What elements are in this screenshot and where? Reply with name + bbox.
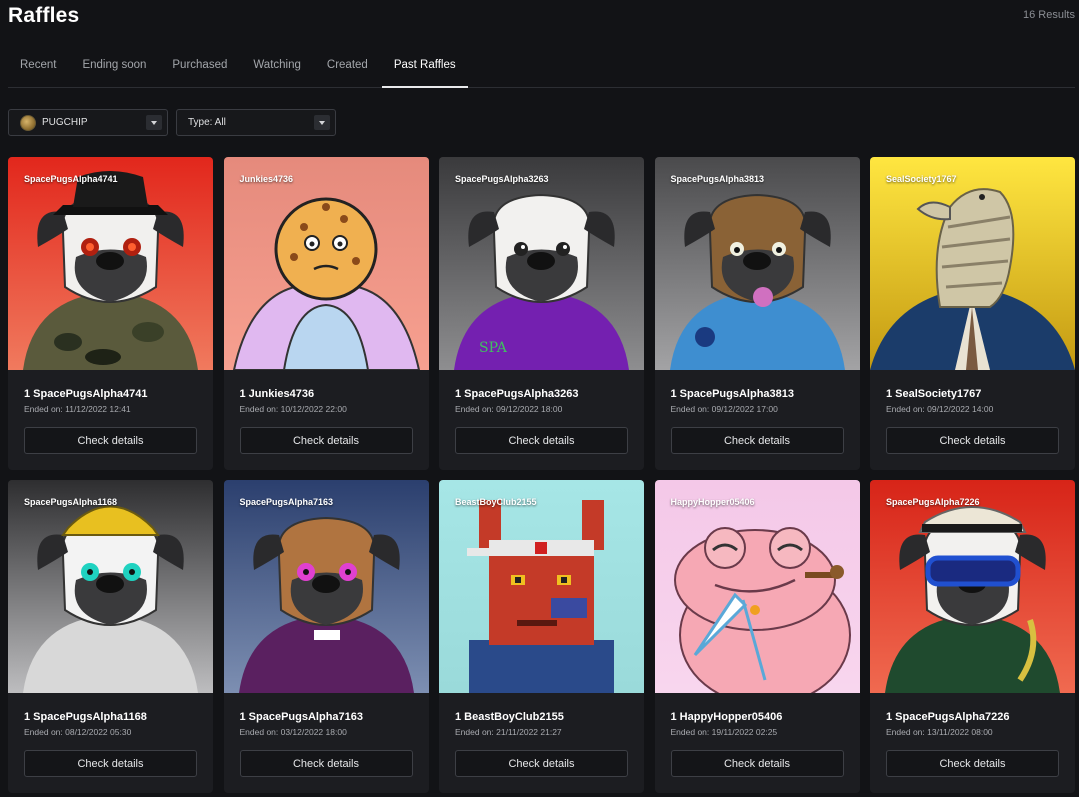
raffle-card-title: 1 SealSociety1767: [886, 388, 982, 400]
pugchip-coin-icon: [20, 114, 36, 131]
token-select-value: PUGCHIP: [42, 117, 88, 128]
raffle-ended-date: Ended on: 11/12/2022 12:41: [24, 404, 131, 414]
check-details-button[interactable]: Check details: [670, 427, 844, 454]
tab-recent[interactable]: Recent: [8, 42, 68, 87]
raffle-ended-date: Ended on: 21/11/2022 21:27: [455, 727, 562, 737]
raffle-ended-date: Ended on: 10/12/2022 22:00: [239, 404, 347, 414]
token-select[interactable]: PUGCHIP: [8, 109, 168, 136]
raffle-card-title: 1 SpacePugsAlpha3813: [670, 388, 795, 400]
raffle-card[interactable]: SpacePugsAlpha7226 1 SpacePugsAlpha7226 …: [870, 480, 1075, 793]
check-details-button[interactable]: Check details: [455, 427, 628, 454]
raffle-card[interactable]: SpacePugsAlpha1168 1 SpacePugsAlpha1168 …: [8, 480, 213, 793]
raffle-card-title: 1 SpacePugsAlpha4741: [24, 388, 148, 400]
check-details-button[interactable]: Check details: [24, 750, 197, 777]
nft-artwork: [870, 157, 1075, 370]
check-details-button[interactable]: Check details: [670, 750, 844, 777]
chevron-down-icon: [146, 115, 162, 130]
raffle-card-title: 1 BeastBoyClub2155: [455, 711, 564, 723]
filters-bar: PUGCHIP Type: All: [8, 109, 336, 136]
collection-label: BeastBoyClub2155: [455, 497, 537, 507]
raffle-card[interactable]: SpacePugsAlpha7163 1 SpacePugsAlpha7163 …: [223, 480, 429, 793]
collection-label: SpacePugsAlpha3813: [670, 174, 765, 184]
raffle-card-title: 1 SpacePugsAlpha7163: [239, 711, 364, 723]
nft-artwork: SPA: [439, 157, 644, 370]
nft-artwork: [654, 157, 860, 370]
raffle-card-title: 1 SpacePugsAlpha1168: [24, 711, 147, 723]
collection-label: SpacePugsAlpha3263: [455, 174, 549, 184]
nft-artwork: [223, 157, 429, 370]
raffle-ended-date: Ended on: 09/12/2022 18:00: [455, 404, 563, 414]
raffle-grid: SpacePugsAlpha4741 1 SpacePugsAlpha4741 …: [8, 157, 1075, 793]
raffle-card-image[interactable]: SPA SpacePugsAlpha3263: [439, 157, 644, 370]
check-details-button[interactable]: Check details: [455, 750, 628, 777]
raffle-tabs: Recent Ending soon Purchased Watching Cr…: [8, 42, 1075, 88]
raffle-card-title: 1 SpacePugsAlpha3263: [455, 388, 579, 400]
collection-label: SpacePugsAlpha1168: [24, 497, 118, 507]
nft-artwork: [8, 480, 213, 693]
raffle-card[interactable]: SealSociety1767 1 SealSociety1767 Ended …: [870, 157, 1075, 470]
raffle-card-image[interactable]: Junkies4736: [223, 157, 429, 370]
nft-artwork: [439, 480, 644, 693]
raffle-ended-date: Ended on: 09/12/2022 17:00: [670, 404, 778, 414]
collection-label: Junkies4736: [239, 174, 294, 184]
collection-label: SealSociety1767: [886, 174, 957, 184]
raffle-card-image[interactable]: SpacePugsAlpha7226: [870, 480, 1075, 693]
raffle-card[interactable]: SpacePugsAlpha3813 1 SpacePugsAlpha3813 …: [654, 157, 860, 470]
nft-artwork: [654, 480, 860, 693]
check-details-button[interactable]: Check details: [239, 427, 413, 454]
raffle-card-image[interactable]: SpacePugsAlpha3813: [654, 157, 860, 370]
raffle-ended-date: Ended on: 08/12/2022 05:30: [24, 727, 132, 737]
collection-label: SpacePugsAlpha7163: [239, 497, 334, 507]
svg-text:SPA: SPA: [479, 340, 508, 356]
tab-watching[interactable]: Watching: [241, 42, 313, 87]
raffle-card-image[interactable]: HappyHopper05406: [654, 480, 860, 693]
check-details-button[interactable]: Check details: [239, 750, 413, 777]
raffle-card[interactable]: SPA SpacePugsAlpha3263 1 SpacePugsAlpha3…: [439, 157, 644, 470]
raffle-ended-date: Ended on: 03/12/2022 18:00: [239, 727, 347, 737]
nft-artwork: [8, 157, 213, 370]
raffle-card-title: 1 SpacePugsAlpha7226: [886, 711, 1010, 723]
check-details-button[interactable]: Check details: [886, 750, 1059, 777]
tab-past-raffles[interactable]: Past Raffles: [381, 42, 468, 88]
chevron-down-icon: [314, 115, 330, 130]
raffle-card-image[interactable]: SpacePugsAlpha1168: [8, 480, 213, 693]
tab-created[interactable]: Created: [315, 42, 380, 87]
nft-artwork: [870, 480, 1075, 693]
collection-label: HappyHopper05406: [670, 497, 755, 507]
tab-ending-soon[interactable]: Ending soon: [70, 42, 158, 87]
raffle-card-image[interactable]: SealSociety1767: [870, 157, 1075, 370]
type-select[interactable]: Type: All: [176, 109, 336, 136]
raffle-ended-date: Ended on: 09/12/2022 14:00: [886, 404, 994, 414]
raffle-card[interactable]: SpacePugsAlpha4741 1 SpacePugsAlpha4741 …: [8, 157, 213, 470]
collection-label: SpacePugsAlpha7226: [886, 497, 980, 507]
type-select-value: Type: All: [188, 117, 226, 128]
raffle-ended-date: Ended on: 19/11/2022 02:25: [670, 727, 778, 737]
raffle-card[interactable]: BeastBoyClub2155 1 BeastBoyClub2155 Ende…: [439, 480, 644, 793]
tab-purchased[interactable]: Purchased: [160, 42, 239, 87]
nft-artwork: [223, 480, 429, 693]
raffle-card[interactable]: HappyHopper05406 1 HappyHopper05406 Ende…: [654, 480, 860, 793]
page-header: Raffles 16 Results: [8, 4, 1075, 34]
raffle-card-title: 1 Junkies4736: [239, 388, 315, 400]
raffle-card-image[interactable]: SpacePugsAlpha4741: [8, 157, 213, 370]
page-title: Raffles: [8, 4, 80, 27]
raffle-card[interactable]: Junkies4736 1 Junkies4736 Ended on: 10/1…: [223, 157, 429, 470]
raffle-card-image[interactable]: SpacePugsAlpha7163: [223, 480, 429, 693]
results-count: 16 Results: [1023, 9, 1075, 21]
raffle-card-image[interactable]: BeastBoyClub2155: [439, 480, 644, 693]
raffle-ended-date: Ended on: 13/11/2022 08:00: [886, 727, 993, 737]
check-details-button[interactable]: Check details: [24, 427, 197, 454]
check-details-button[interactable]: Check details: [886, 427, 1059, 454]
collection-label: SpacePugsAlpha4741: [24, 174, 118, 184]
raffle-card-title: 1 HappyHopper05406: [670, 711, 783, 723]
